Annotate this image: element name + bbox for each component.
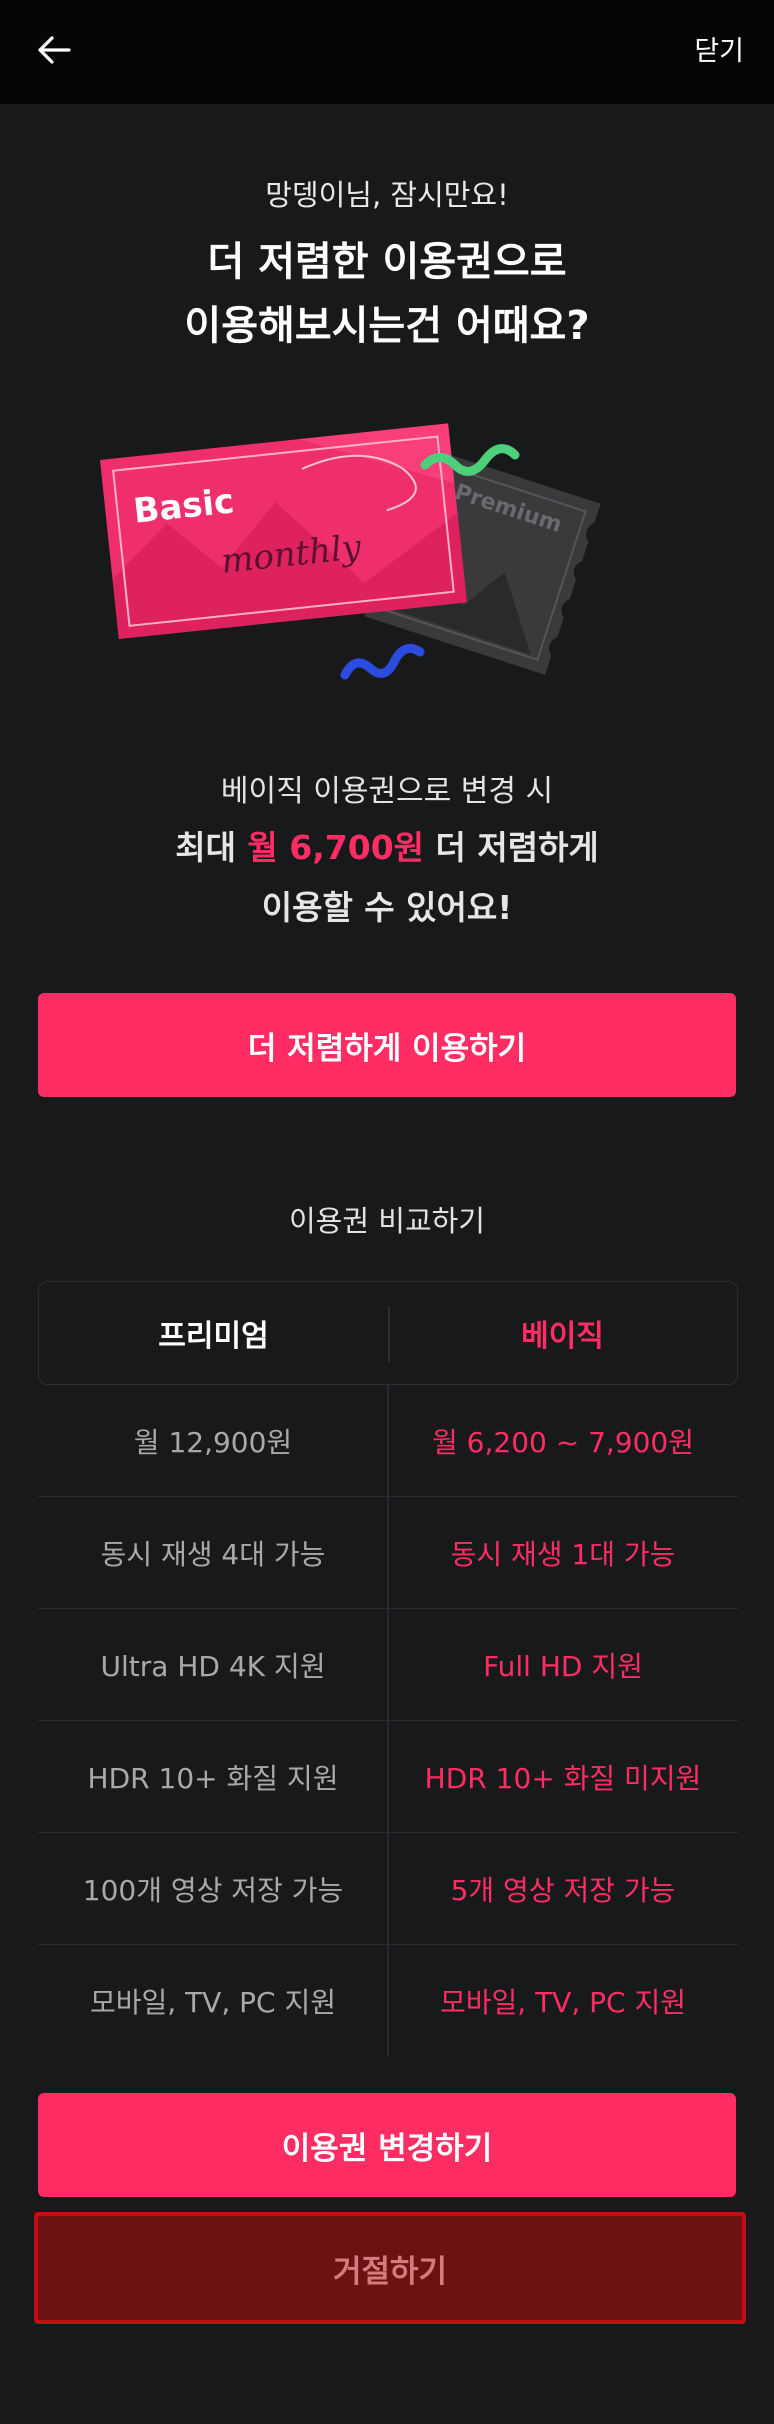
premium-column-header: 프리미엄 [158, 1319, 269, 1354]
decline-button[interactable]: 거절하기 [34, 2212, 746, 2324]
promo-prefix: 최대 [175, 828, 248, 867]
back-button[interactable] [30, 28, 78, 76]
basic-column-header: 베이직 [521, 1319, 604, 1354]
column-divider [388, 1306, 390, 1362]
basic-cell: HDR 10+ 화질 미지원 [424, 1761, 702, 1795]
premium-cell: 동시 재생 4대 가능 [100, 1537, 326, 1571]
use-cheaper-button[interactable]: 더 저렴하게 이용하기 [38, 993, 736, 1097]
basic-cell: Full HD 지원 [483, 1649, 643, 1683]
premium-cell: 100개 영상 저장 가능 [82, 1873, 344, 1907]
premium-cell: 월 12,900원 [133, 1425, 293, 1459]
promo-line-2: 최대 월 6,700원 더 저렴하게 [0, 818, 774, 878]
basic-ticket: Basic monthly [100, 423, 467, 640]
premium-cell: HDR 10+ 화질 지원 [87, 1761, 339, 1795]
column-divider-line [387, 1385, 389, 2057]
top-bar: 닫기 [0, 0, 774, 104]
basic-cell: 모바일, TV, PC 지원 [440, 1986, 686, 2019]
greeting-text: 망뎅이님, 잠시만요! [265, 178, 509, 212]
compare-title: 이용권 비교하기 [289, 1204, 485, 1238]
promo-line-1: 베이직 이용권으로 변경 시 [220, 774, 554, 809]
promo-savings-amount: 월 6,700원 [247, 828, 425, 867]
promo-highlight: 최대 월 6,700원 더 저렴하게 이용할 수 있어요! [0, 818, 774, 938]
plan-comparison-table: 프리미엄 베이직 월 12,900원 월 6,200 ~ 7,900원 동시 재… [38, 1281, 738, 2057]
basic-cell: 월 6,200 ~ 7,900원 [432, 1425, 694, 1459]
basic-cell: 동시 재생 1대 가능 [450, 1537, 676, 1571]
comparison-header: 프리미엄 베이직 [38, 1281, 738, 1385]
promo-line-3: 이용할 수 있어요! [261, 888, 513, 927]
change-plan-button[interactable]: 이용권 변경하기 [38, 2093, 736, 2197]
promo-suffix: 더 저렴하게 [424, 828, 599, 867]
arrow-left-icon [36, 35, 72, 69]
premium-cell: 모바일, TV, PC 지원 [90, 1986, 336, 2019]
close-button[interactable]: 닫기 [694, 30, 744, 74]
headline-line-2: 이용해보시는건 어때요? [184, 303, 590, 349]
comparison-rows: 월 12,900원 월 6,200 ~ 7,900원 동시 재생 4대 가능 동… [38, 1385, 738, 2057]
headline-line-1: 더 저렴한 이용권으로 [207, 239, 567, 285]
headline: 더 저렴한 이용권으로 이용해보시는건 어때요? [0, 230, 774, 358]
ticket-illustration: + Premium Basic monthly [90, 410, 690, 710]
basic-cell: 5개 영상 저장 가능 [450, 1873, 676, 1907]
premium-cell: Ultra HD 4K 지원 [100, 1649, 326, 1683]
